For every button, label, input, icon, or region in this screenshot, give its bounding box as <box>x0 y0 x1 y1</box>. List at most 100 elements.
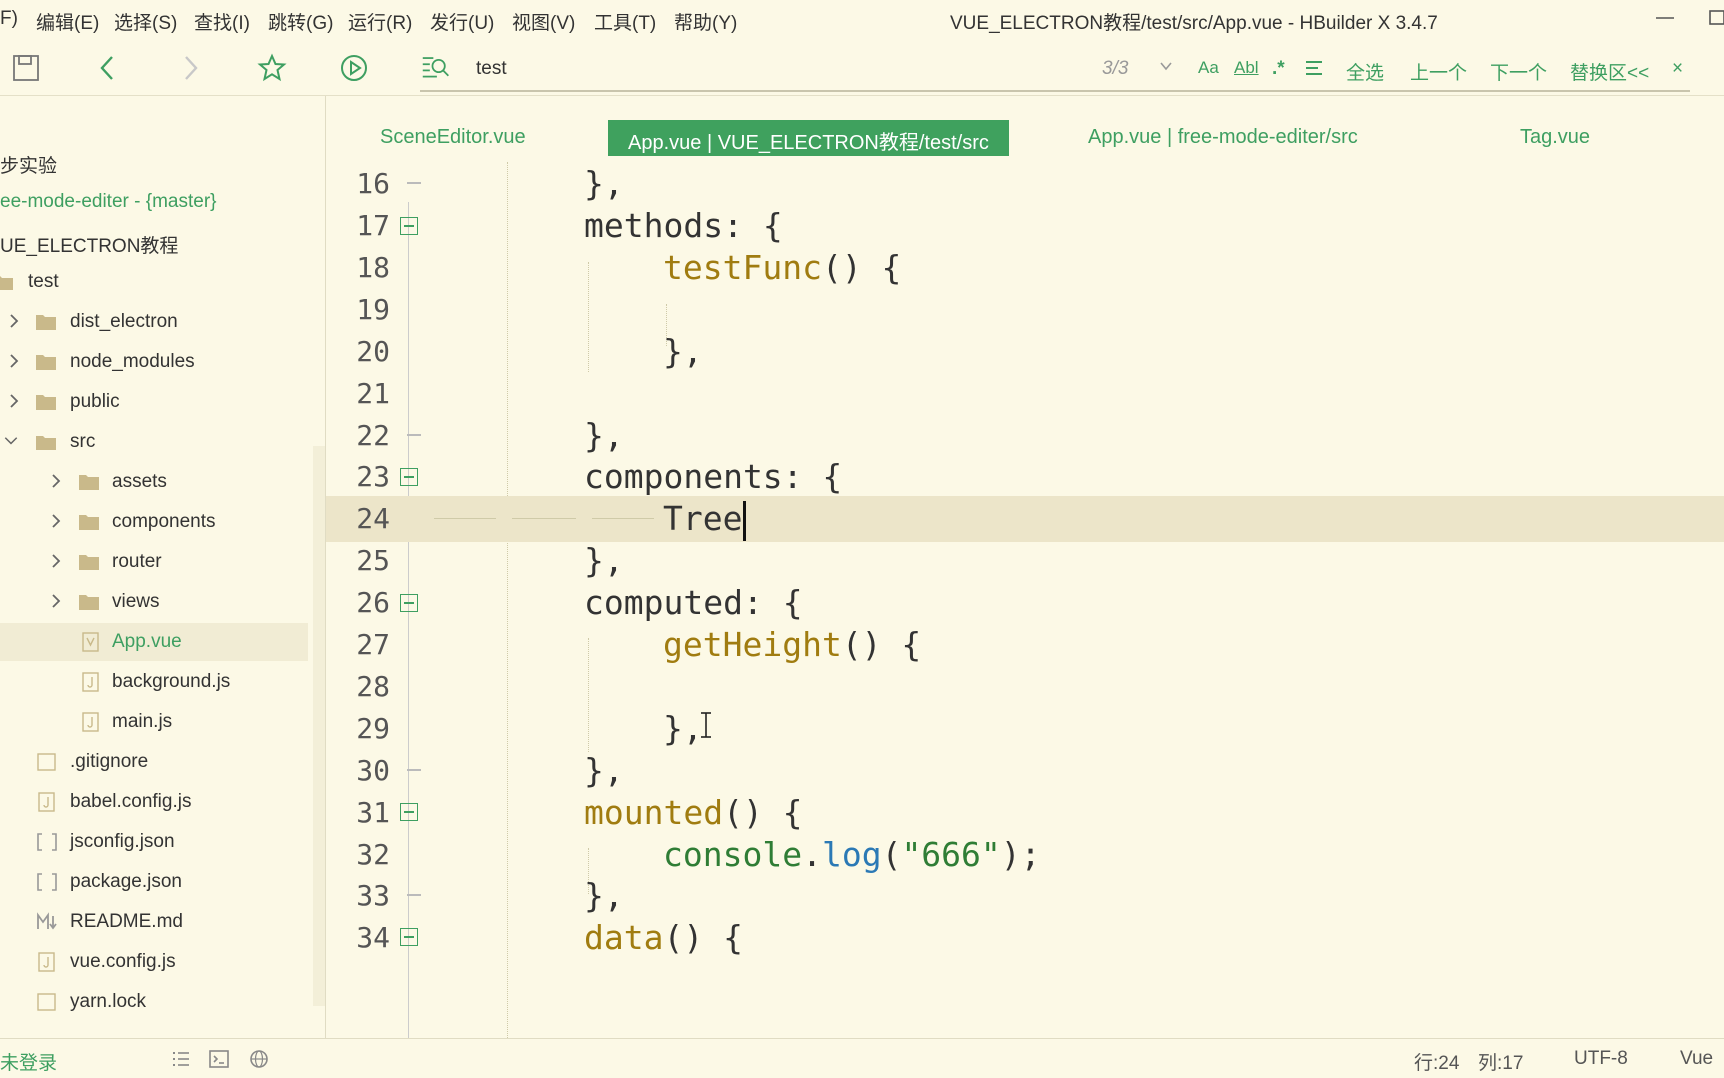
tree-item-assets[interactable]: assets <box>0 463 308 501</box>
folder-icon <box>79 475 99 490</box>
chevron-down-icon[interactable] <box>2 430 20 452</box>
chevron-down-icon[interactable] <box>1158 58 1174 80</box>
tree-item-babel-config[interactable]: babel.config.js <box>0 783 308 821</box>
tab-app-vue-free-mode[interactable]: App.vue | free-mode-editer/src <box>1068 120 1378 156</box>
file-encoding[interactable]: UTF-8 <box>1574 1048 1628 1070</box>
menu-file[interactable]: F) <box>0 8 18 30</box>
maximize-icon[interactable] <box>1708 6 1724 34</box>
replace-toggle-button[interactable]: 替换区<< <box>1570 58 1649 85</box>
chevron-right-icon[interactable] <box>5 390 23 412</box>
tree-item-free-mode-editer[interactable]: ee-mode-editer - {master} <box>0 183 308 221</box>
json-file-icon <box>37 833 57 851</box>
cursor-column[interactable]: 列:17 <box>1478 1048 1523 1075</box>
find-next-button[interactable]: 下一个 <box>1490 58 1547 85</box>
code-line: }, <box>584 541 624 580</box>
project-explorer: 步实验 ee-mode-editer - {master} UE_ELECTRO… <box>0 96 326 1038</box>
file-language[interactable]: Vue <box>1680 1048 1713 1070</box>
tree-item-label: yarn.lock <box>70 991 147 1012</box>
tree-item-test[interactable]: test <box>0 263 308 301</box>
tree-item-src[interactable]: src <box>0 423 308 461</box>
menu-help[interactable]: 帮助(Y) <box>674 8 737 35</box>
list-icon[interactable] <box>170 1048 192 1070</box>
tree-item-project-1[interactable]: 步实验 <box>0 143 308 181</box>
run-icon[interactable] <box>338 52 370 84</box>
tree-item-label: README.md <box>70 911 183 932</box>
tree-item-package-json[interactable]: package.json <box>0 863 308 901</box>
whole-word-button[interactable]: Abl <box>1234 58 1259 78</box>
menu-publish[interactable]: 发行(U) <box>430 8 494 35</box>
align-icon[interactable] <box>1304 58 1324 84</box>
tree-item-label: public <box>70 391 120 412</box>
login-status[interactable]: 未登录 <box>0 1048 57 1075</box>
save-icon[interactable] <box>10 52 42 84</box>
find-input[interactable] <box>476 54 976 84</box>
code-token: methods <box>584 206 724 245</box>
chevron-right-icon[interactable] <box>47 510 65 532</box>
code-editor[interactable]: 16 17 18 19 20 21 22 23 24 25 26 27 28 2… <box>326 162 1724 1038</box>
tab-app-vue-electron[interactable]: App.vue | VUE_ELECTRON教程/test/src <box>608 120 1009 156</box>
tree-item-label: babel.config.js <box>70 791 192 812</box>
folder-icon <box>79 595 99 610</box>
tree-item-background-js[interactable]: background.js <box>0 663 308 701</box>
menu-edit[interactable]: 编辑(E) <box>36 8 99 35</box>
tree-item-app-vue[interactable]: App.vue <box>0 623 308 661</box>
terminal-icon[interactable] <box>208 1048 230 1070</box>
tree-item-jsconfig[interactable]: jsconfig.json <box>0 823 308 861</box>
tree-item-gitignore[interactable]: .gitignore <box>0 743 308 781</box>
menu-goto[interactable]: 跳转(G) <box>268 8 333 35</box>
folder-icon <box>36 355 56 370</box>
browser-icon[interactable] <box>248 1048 270 1070</box>
star-icon[interactable] <box>256 52 288 84</box>
ibeam-cursor-icon <box>701 712 711 738</box>
menu-view[interactable]: 视图(V) <box>512 8 575 35</box>
tree-item-public[interactable]: public <box>0 383 308 421</box>
menu-tools[interactable]: 工具(T) <box>594 8 656 35</box>
menu-find[interactable]: 查找(I) <box>194 8 250 35</box>
chevron-right-icon[interactable] <box>5 310 23 332</box>
tree-item-label: UE_ELECTRON教程 <box>0 236 179 257</box>
cursor-line[interactable]: 行:24 <box>1414 1048 1459 1075</box>
tree-item-vue-config[interactable]: vue.config.js <box>0 943 308 981</box>
tree-item-label: dist_electron <box>70 311 178 332</box>
back-icon[interactable] <box>92 52 124 84</box>
tree-item-components[interactable]: components <box>0 503 308 541</box>
chevron-right-icon[interactable] <box>5 350 23 372</box>
tree-item-label: vue.config.js <box>70 951 176 972</box>
sidebar-scrollbar[interactable] <box>313 446 325 1006</box>
chevron-right-icon[interactable] <box>47 590 65 612</box>
select-all-button[interactable]: 全选 <box>1346 58 1384 85</box>
forward-icon[interactable] <box>174 52 206 84</box>
tree-item-readme[interactable]: README.md <box>0 903 308 941</box>
tab-scene-editor[interactable]: SceneEditor.vue <box>360 120 546 156</box>
tree-item-label: node_modules <box>70 351 195 372</box>
code-line: }, <box>663 332 703 371</box>
folder-icon <box>36 315 56 330</box>
chevron-right-icon[interactable] <box>47 470 65 492</box>
chevron-right-icon[interactable] <box>47 550 65 572</box>
tree-item-label: background.js <box>112 671 231 692</box>
regex-button[interactable]: .* <box>1272 58 1285 80</box>
toolbar: 3/3 Aa Abl .* 全选 上一个 下一个 替换区<< × <box>0 38 1724 96</box>
tree-item-node-modules[interactable]: node_modules <box>0 343 308 381</box>
tree-item-yarn-lock[interactable]: yarn.lock <box>0 983 308 1021</box>
minimize-icon[interactable] <box>1654 6 1676 34</box>
tree-item-router[interactable]: router <box>0 543 308 581</box>
tree-item-vue-electron[interactable]: UE_ELECTRON教程 <box>0 223 308 261</box>
find-icon <box>420 50 452 82</box>
tree-item-views[interactable]: views <box>0 583 308 621</box>
menu-run[interactable]: 运行(R) <box>348 8 412 35</box>
tree-item-main-js[interactable]: main.js <box>0 703 308 741</box>
match-count: 3/3 <box>1102 58 1129 79</box>
tree-item-dist-electron[interactable]: dist_electron <box>0 303 308 341</box>
text-caret <box>743 500 747 541</box>
code-line: Tree <box>326 497 1724 543</box>
tab-tag-vue[interactable]: Tag.vue <box>1500 120 1610 156</box>
match-case-button[interactable]: Aa <box>1198 58 1219 78</box>
close-icon[interactable]: × <box>1672 58 1683 80</box>
find-prev-button[interactable]: 上一个 <box>1410 58 1467 85</box>
json-file-icon <box>37 873 57 891</box>
code-line: mounted() { <box>584 793 803 832</box>
code-line: testFunc() { <box>663 248 902 287</box>
folder-open-icon <box>0 276 13 290</box>
menu-select[interactable]: 选择(S) <box>114 8 177 35</box>
